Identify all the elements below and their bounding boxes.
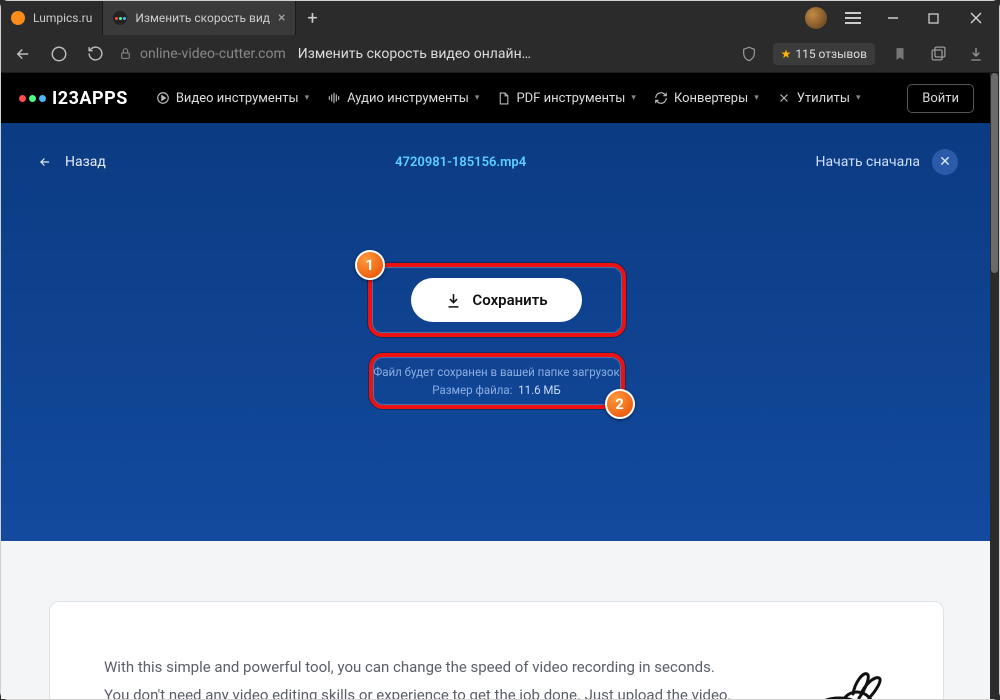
filename-label: 4720981-185156.mp4	[395, 155, 526, 170]
nav-converters[interactable]: Конвертеры ▾	[654, 91, 759, 106]
browser-tab-active[interactable]: Изменить скорость вид ×	[103, 1, 296, 35]
description-card: With this simple and powerful tool, you …	[49, 601, 944, 699]
restart-group: Начать сначала ✕	[815, 149, 958, 175]
favicon-lumpics	[11, 11, 25, 25]
bookmark-icon[interactable]	[887, 47, 913, 61]
nav-label: Конвертеры	[674, 91, 748, 106]
description-text: With this simple and powerful tool, you …	[104, 654, 739, 699]
arrow-left-icon	[35, 155, 55, 169]
back-link[interactable]: Назад	[35, 154, 106, 170]
chevron-down-icon: ▾	[754, 93, 759, 103]
download-icon	[445, 292, 462, 309]
site-nav: I23APPS Видео инструменты ▾ Аудио инстру…	[1, 73, 992, 123]
extensions-icon[interactable]	[925, 45, 951, 62]
profile-avatar[interactable]	[805, 7, 827, 29]
refresh-icon	[654, 91, 668, 105]
annotation-badge-2: 2	[605, 389, 635, 419]
reviews-text: 115 отзывов	[795, 47, 867, 61]
nav-label: Видео инструменты	[176, 91, 299, 106]
login-button[interactable]: Войти	[907, 84, 974, 113]
back-icon[interactable]	[11, 45, 35, 63]
play-icon	[156, 91, 170, 105]
annotation-box-1: 1 Сохранить	[368, 263, 626, 337]
yandex-icon[interactable]	[47, 45, 71, 63]
filesize-label: Размер файла:	[432, 383, 512, 397]
lock-icon	[119, 47, 132, 60]
downloads-icon[interactable]	[963, 46, 989, 62]
nav-label: Утилиты	[797, 91, 850, 106]
filesize-value: 11.6 МБ	[518, 383, 561, 397]
new-tab-button[interactable]: +	[296, 1, 328, 35]
nav-video-tools[interactable]: Видео инструменты ▾	[156, 91, 309, 106]
url-box[interactable]: online-video-cutter.com Изменить скорост…	[119, 46, 531, 62]
window-titlebar: Lumpics.ru Изменить скорость вид × +	[1, 1, 999, 35]
chevron-down-icon: ▾	[305, 93, 310, 103]
shield-icon[interactable]	[737, 46, 761, 62]
description-section: With this simple and powerful tool, you …	[1, 541, 992, 699]
brand-text: I23APPS	[52, 88, 128, 109]
rabbit-illustration	[769, 654, 889, 699]
save-button[interactable]: Сохранить	[411, 278, 581, 322]
hero-section: Назад 4720981-185156.mp4 Начать сначала …	[1, 123, 992, 541]
center-controls: 1 Сохранить 2 Файл будет сохранен в ваше…	[368, 263, 626, 409]
minimize-icon[interactable]	[873, 1, 913, 35]
page-viewport: I23APPS Видео инструменты ▾ Аудио инстру…	[1, 73, 999, 699]
document-icon	[497, 92, 510, 105]
save-hint-2: Размер файла: 11.6 МБ	[432, 383, 560, 397]
vertical-scrollbar[interactable]	[990, 73, 999, 699]
annotation-box-2: 2 Файл будет сохранен в вашей папке загр…	[369, 353, 625, 409]
annotation-badge-1: 1	[355, 250, 385, 280]
audio-icon	[327, 91, 341, 105]
favicon-123apps	[113, 11, 127, 25]
url-domain: online-video-cutter.com	[140, 46, 286, 62]
restart-label[interactable]: Начать сначала	[815, 154, 920, 170]
save-hint-1: Файл будет сохранен в вашей папке загруз…	[373, 365, 619, 379]
chevron-down-icon: ▾	[856, 93, 861, 103]
url-page-title: Изменить скорость видео онлайн…	[298, 46, 531, 62]
tab-title: Lumpics.ru	[33, 11, 92, 25]
chevron-down-icon: ▾	[631, 93, 636, 103]
close-icon[interactable]: ✕	[932, 149, 958, 175]
chevron-down-icon: ▾	[475, 93, 480, 103]
hamburger-icon[interactable]	[833, 1, 873, 35]
nav-pdf-tools[interactable]: PDF инструменты ▾	[497, 91, 636, 106]
tab-title: Изменить скорость вид	[135, 11, 270, 25]
address-bar: online-video-cutter.com Изменить скорост…	[1, 35, 999, 73]
nav-label: Аудио инструменты	[347, 91, 469, 106]
save-label: Сохранить	[472, 291, 547, 309]
reload-icon[interactable]	[83, 45, 107, 62]
nav-label: PDF инструменты	[516, 91, 625, 106]
star-icon: ★	[781, 47, 792, 61]
tools-icon	[777, 91, 791, 105]
logo-dots-icon	[19, 95, 46, 102]
reviews-badge[interactable]: ★ 115 отзывов	[773, 43, 875, 65]
maximize-icon[interactable]	[913, 1, 953, 35]
scrollbar-thumb[interactable]	[991, 73, 998, 273]
site-logo[interactable]: I23APPS	[19, 88, 128, 109]
nav-audio-tools[interactable]: Аудио инструменты ▾	[327, 91, 479, 106]
nav-utilities[interactable]: Утилиты ▾	[777, 91, 861, 106]
browser-tab[interactable]: Lumpics.ru	[1, 1, 103, 35]
hero-top-row: Назад 4720981-185156.mp4 Начать сначала …	[35, 149, 958, 175]
close-icon[interactable]: ×	[278, 10, 285, 26]
window-close-icon[interactable]	[953, 1, 999, 35]
back-label: Назад	[65, 154, 106, 170]
